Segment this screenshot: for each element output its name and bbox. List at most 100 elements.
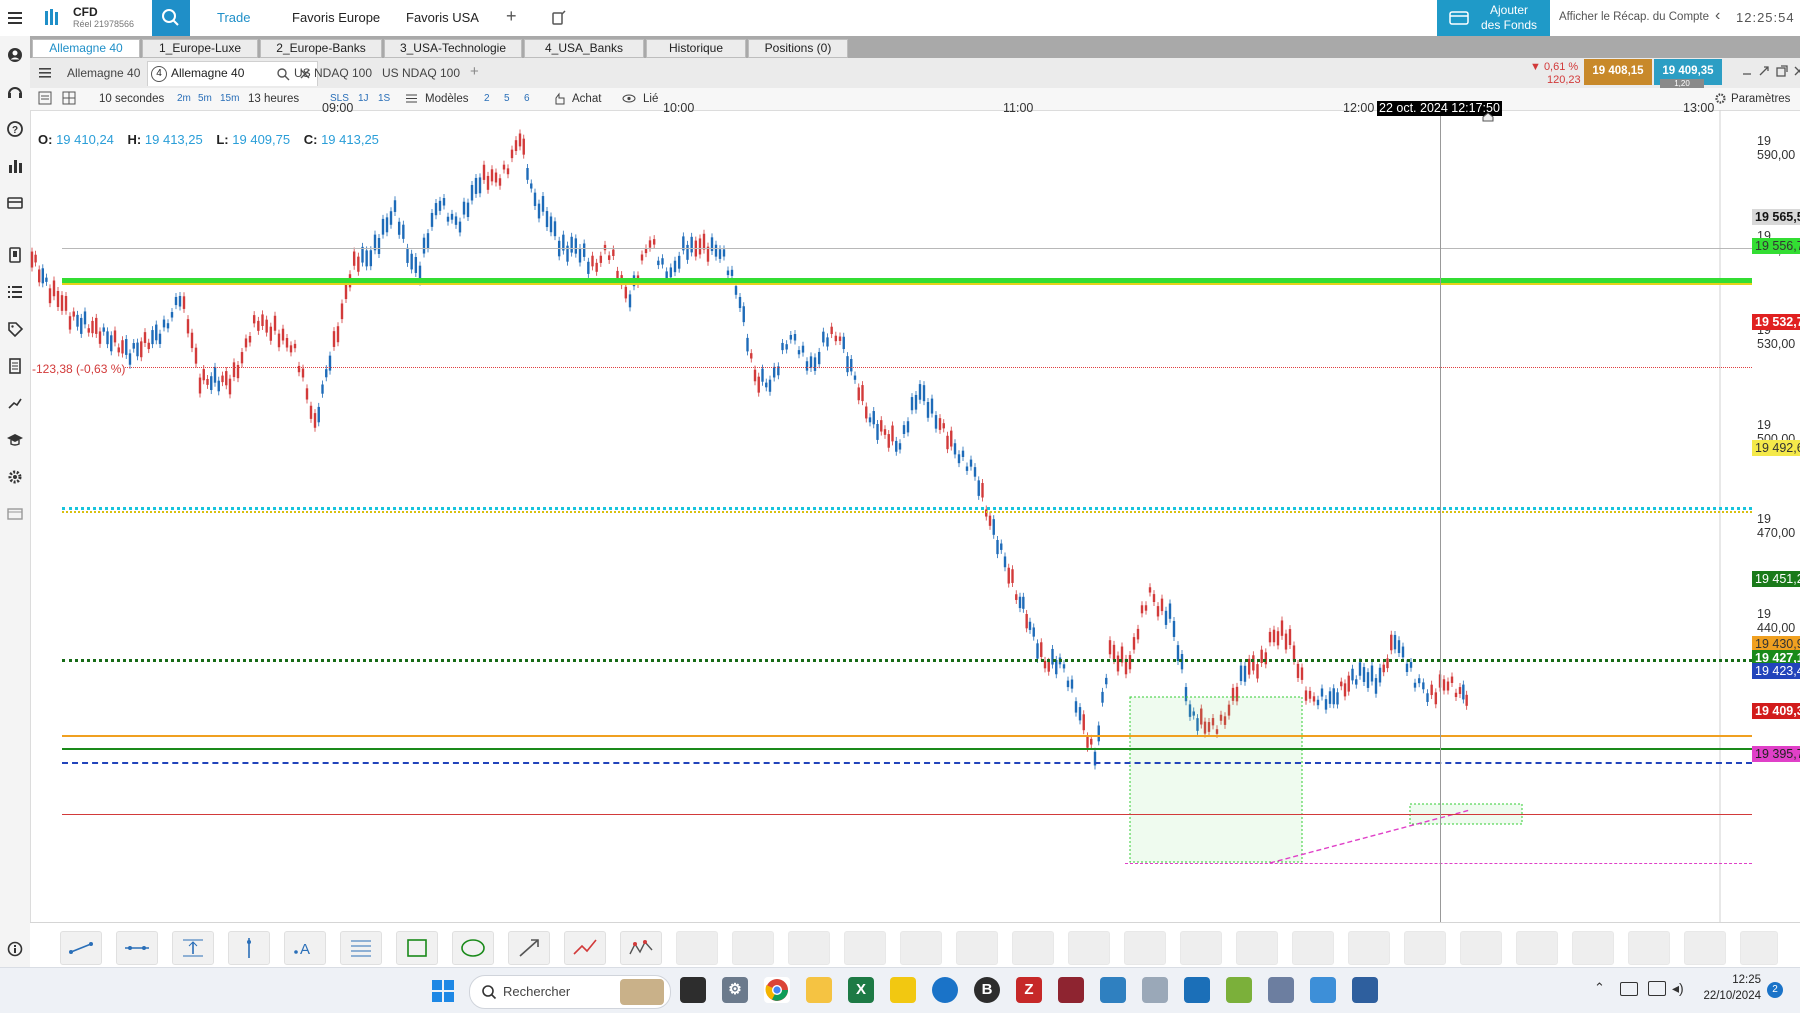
empty-slot-1[interactable] — [676, 931, 718, 965]
network-icon[interactable] — [1648, 981, 1666, 996]
empty-slot-9[interactable] — [1124, 931, 1166, 965]
arrow-icon[interactable] — [508, 931, 550, 965]
card-app-icon[interactable] — [1184, 977, 1210, 1003]
link-icon[interactable] — [1757, 64, 1771, 78]
search-icon[interactable] — [276, 67, 290, 81]
empty-slot-10[interactable] — [1180, 931, 1222, 965]
empty-slot-14[interactable] — [1404, 931, 1446, 965]
interval-select[interactable]: 10 secondes — [99, 90, 164, 108]
quick-interval-15m[interactable]: 15m — [220, 90, 239, 108]
empty-slot-16[interactable] — [1516, 931, 1558, 965]
info-icon[interactable] — [6, 940, 24, 958]
empty-slot-17[interactable] — [1572, 931, 1614, 965]
close-chart-icon[interactable] — [1792, 64, 1800, 78]
nav-trade[interactable]: Trade — [217, 10, 250, 25]
empty-slot-12[interactable] — [1292, 931, 1334, 965]
linked-toggle[interactable]: Lié — [643, 90, 658, 108]
chart-menu-icon[interactable] — [38, 66, 52, 80]
collapse-chevron-icon[interactable]: ‹ — [1715, 7, 1720, 25]
remote-app-icon[interactable] — [1352, 977, 1378, 1003]
horizontal-line-icon[interactable] — [116, 931, 158, 965]
sell-button[interactable]: 19 408,15 — [1584, 59, 1652, 85]
watchlist-tab-historique[interactable]: Historique — [646, 39, 746, 58]
quick-1j[interactable]: 1J — [358, 90, 369, 108]
watchlist-tab-allemagne-40[interactable]: Allemagne 40 — [32, 39, 140, 58]
add-chart-tab-button[interactable]: + — [470, 63, 479, 80]
price-chart[interactable]: O: 19 410,24 H: 19 413,25 L: 19 409,75 C… — [30, 101, 1800, 922]
z-app-icon[interactable]: Z — [1016, 977, 1042, 1003]
ellipse-icon[interactable] — [452, 931, 494, 965]
report-icon[interactable] — [6, 357, 24, 375]
nav-favoris-usa[interactable]: Favoris USA — [406, 10, 479, 25]
account-recap-link[interactable]: Afficher le Récap. du Compte — [1559, 11, 1709, 23]
settings-app-icon[interactable]: ⚙ — [722, 977, 748, 1003]
trend-icon[interactable] — [6, 394, 24, 412]
models-button[interactable]: Modèles — [425, 90, 468, 108]
edge-icon[interactable] — [932, 977, 958, 1003]
channel-icon[interactable] — [340, 931, 382, 965]
chrome-icon[interactable] — [764, 977, 790, 1003]
grid-layout-icon[interactable] — [62, 91, 76, 105]
quick-interval-2m[interactable]: 2m — [177, 90, 191, 108]
fib-icon[interactable] — [172, 931, 214, 965]
speaker-icon[interactable]: ◂) — [1672, 980, 1684, 997]
empty-slot-5[interactable] — [900, 931, 942, 965]
line-tool-icon[interactable] — [60, 931, 102, 965]
empty-slot-8[interactable] — [1068, 931, 1110, 965]
excel-icon[interactable]: X — [848, 977, 874, 1003]
layout-2[interactable]: 2 — [484, 90, 490, 108]
chart-app-icon[interactable] — [1226, 977, 1252, 1003]
gear-icon[interactable] — [6, 468, 24, 486]
keyboard-icon[interactable] — [1620, 982, 1638, 996]
empty-slot-6[interactable] — [956, 931, 998, 965]
empty-slot-15[interactable] — [1460, 931, 1502, 965]
pattern-icon[interactable] — [620, 931, 662, 965]
task-view-icon[interactable] — [680, 977, 706, 1003]
pen-app-icon[interactable] — [1142, 977, 1168, 1003]
vertical-line-icon[interactable] — [228, 931, 270, 965]
quick-interval-5m[interactable]: 5m — [198, 90, 212, 108]
text-tool-icon[interactable]: A — [284, 931, 326, 965]
network-app-icon[interactable] — [1268, 977, 1294, 1003]
taskbar-date[interactable]: 22/10/2024 — [1699, 990, 1761, 1002]
list-icon[interactable] — [6, 283, 24, 301]
mail-app-icon[interactable] — [1100, 977, 1126, 1003]
add-funds-button[interactable]: Ajouter des Fonds — [1437, 0, 1550, 36]
taskbar-time[interactable]: 12:25 — [1711, 974, 1761, 986]
quick-1s[interactable]: 1S — [378, 90, 390, 108]
empty-slot-3[interactable] — [788, 931, 830, 965]
watchlist-tab-usa-banks[interactable]: 4_USA_Banks — [524, 39, 644, 58]
panel-icon[interactable] — [6, 505, 24, 523]
layout-6[interactable]: 6 — [524, 90, 530, 108]
settings-button[interactable]: Paramètres — [1731, 90, 1790, 108]
tag-icon[interactable] — [6, 320, 24, 338]
headset-icon[interactable] — [6, 83, 24, 101]
taskbar-search[interactable]: Rechercher — [469, 975, 671, 1009]
file-explorer-icon[interactable] — [806, 977, 832, 1003]
chart-tab-us-ndaq-100-a[interactable]: US NDAQ 100 — [294, 63, 372, 83]
chart-bars-icon[interactable] — [6, 157, 24, 175]
zone-rectangle-main[interactable] — [1129, 696, 1303, 863]
user-icon[interactable] — [6, 46, 24, 64]
watchlist-tab-europe-banks[interactable]: 2_Europe-Banks — [260, 39, 382, 58]
chart-tab-us-ndaq-100-b[interactable]: US NDAQ 100 — [382, 63, 460, 83]
achat-button[interactable]: Achat — [572, 90, 601, 108]
notification-badge[interactable]: 2 — [1767, 982, 1783, 998]
minimize-icon[interactable] — [1740, 64, 1754, 78]
add-tab-button[interactable]: + — [506, 6, 517, 27]
empty-slot-18[interactable] — [1628, 931, 1670, 965]
rectangle-icon[interactable] — [396, 931, 438, 965]
red-app-icon[interactable] — [1058, 977, 1084, 1003]
empty-slot-19[interactable] — [1684, 931, 1726, 965]
b-app-icon[interactable]: B — [974, 977, 1000, 1003]
help-icon[interactable]: ? — [6, 120, 24, 138]
graduation-icon[interactable] — [6, 431, 24, 449]
nav-favoris-europe[interactable]: Favoris Europe — [292, 10, 380, 25]
watchlist-tab-europe-luxe[interactable]: 1_Europe-Luxe — [142, 39, 258, 58]
empty-slot-7[interactable] — [1012, 931, 1054, 965]
monitor-app-icon[interactable] — [1310, 977, 1336, 1003]
empty-slot-13[interactable] — [1348, 931, 1390, 965]
windows-start-icon[interactable] — [432, 980, 454, 1002]
panel-toggle-icon[interactable] — [38, 91, 52, 105]
tray-chevron-icon[interactable]: ⌃ — [1594, 980, 1605, 996]
